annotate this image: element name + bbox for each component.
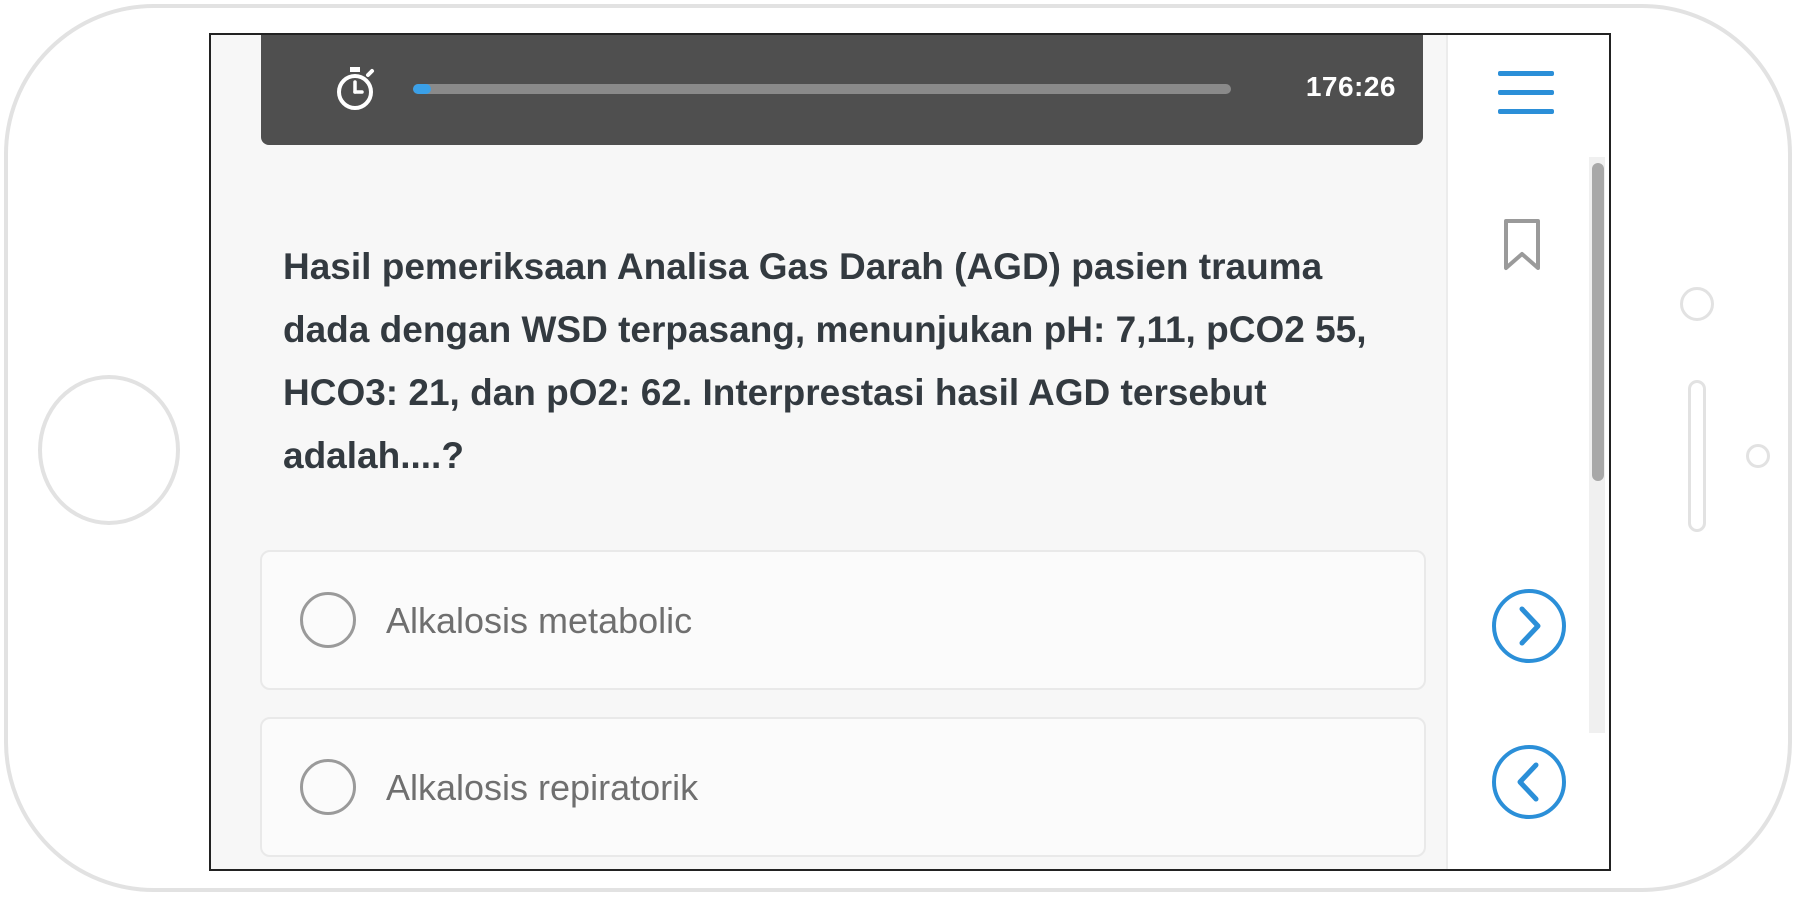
option-label: Alkalosis metabolic [386, 600, 693, 641]
time-remaining: 176:26 [1305, 71, 1396, 102]
hamburger-menu-icon[interactable] [1498, 71, 1554, 117]
speaker-slot [1688, 380, 1706, 532]
quiz-content: 176:26 Hasil pemeriksaan Analisa Gas Dar… [211, 35, 1446, 869]
scrollbar-thumb[interactable] [1592, 163, 1604, 481]
camera-dot [1680, 287, 1714, 321]
scrollbar[interactable] [1589, 157, 1605, 733]
option-label: Alkalosis repiratorik [386, 767, 699, 808]
stopwatch-icon [337, 67, 374, 110]
answer-option[interactable]: Alkalosis metabolic [260, 550, 1426, 690]
previous-question-button[interactable] [1490, 743, 1568, 821]
radio-button[interactable] [300, 592, 356, 648]
time-progress-bar [413, 84, 1231, 94]
side-panel [1446, 35, 1609, 869]
question-text: Hasil pemeriksaan Analisa Gas Darah (AGD… [283, 246, 1367, 476]
radio-button[interactable] [300, 759, 356, 815]
app-screen: 176:26 Hasil pemeriksaan Analisa Gas Dar… [209, 33, 1611, 871]
time-progress-fill [413, 84, 431, 94]
answer-option[interactable]: Alkalosis repiratorik [260, 717, 1426, 857]
bookmark-icon[interactable] [1500, 218, 1544, 272]
next-question-button[interactable] [1490, 587, 1568, 665]
home-button [38, 375, 180, 525]
timer-bar: 176:26 [261, 35, 1423, 145]
sensor-dot [1746, 444, 1770, 468]
